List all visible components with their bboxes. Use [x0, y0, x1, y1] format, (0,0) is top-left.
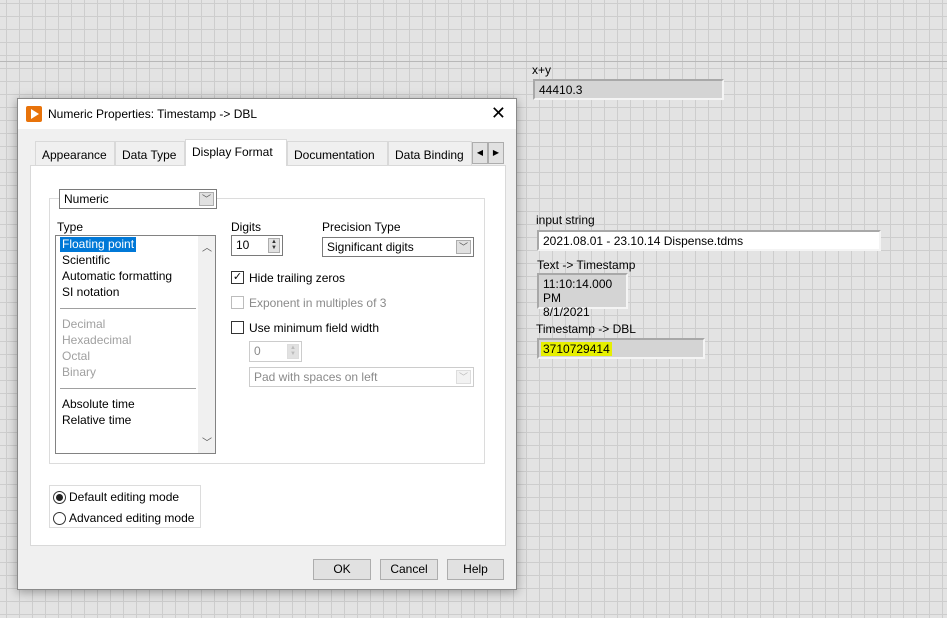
xy-label: x+y [532, 63, 552, 77]
exponent-multiples-label: Exponent in multiples of 3 [249, 296, 387, 310]
chevron-down-icon: ﹀ [456, 370, 471, 384]
chevron-up-icon[interactable]: ︿ [202, 239, 212, 254]
dialog-title-bar: Numeric Properties: Timestamp -> DBL ✕ [18, 99, 516, 129]
list-item[interactable]: SI notation [62, 285, 119, 300]
timestamp-time: 11:10:14.000 PM [543, 277, 613, 305]
tab-documentation[interactable]: Documentation [287, 141, 388, 165]
precision-type-label: Precision Type [322, 220, 401, 234]
input-string-control[interactable]: 2021.08.01 - 23.10.14 Dispense.tdms [537, 230, 881, 251]
dialog-title: Numeric Properties: Timestamp -> DBL [48, 107, 258, 121]
tab-data-type[interactable]: Data Type [115, 141, 185, 165]
numeric-properties-dialog: Numeric Properties: Timestamp -> DBL ✕ A… [17, 98, 517, 590]
labview-icon [26, 106, 42, 122]
exponent-multiples-checkbox [231, 296, 244, 309]
default-mode-radio[interactable] [53, 491, 66, 504]
category-value: Numeric [64, 192, 109, 206]
chevron-down-icon: ﹀ [199, 192, 214, 206]
help-button[interactable]: Help [447, 559, 504, 580]
hide-trailing-zeros-checkbox[interactable]: ✓ [231, 271, 244, 284]
default-mode-label: Default editing mode [69, 490, 180, 504]
chevron-down-icon: ﹀ [456, 240, 471, 254]
list-item: Octal [62, 349, 91, 363]
min-width-value: 0 [254, 344, 261, 358]
precision-value: Significant digits [327, 240, 414, 254]
type-listbox[interactable]: Floating point Scientific Automatic form… [55, 235, 216, 454]
advanced-mode-label: Advanced editing mode [69, 511, 195, 525]
timestamp-dbl-indicator: 3710729414 [537, 338, 705, 359]
tab-scroll-left-icon[interactable]: ◀ [472, 142, 488, 164]
timestamp-date: 8/1/2021 [543, 305, 590, 319]
padding-dropdown: Pad with spaces on left ﹀ [249, 367, 474, 387]
hide-trailing-zeros-label: Hide trailing zeros [249, 271, 346, 285]
tab-scroll-right-icon[interactable]: ▶ [488, 142, 504, 164]
list-item[interactable]: Relative time [62, 413, 131, 428]
xy-indicator: 44410.3 [533, 79, 724, 100]
list-item[interactable]: Absolute time [62, 397, 135, 412]
digits-label: Digits [231, 220, 262, 234]
type-label: Type [57, 220, 84, 234]
tab-display-format[interactable]: Display Format [185, 139, 287, 166]
panel-divider [0, 61, 947, 62]
list-item: Decimal [62, 317, 106, 331]
list-divider [60, 308, 196, 309]
use-min-width-label: Use minimum field width [249, 321, 380, 335]
cancel-button[interactable]: Cancel [380, 559, 438, 580]
tab-appearance[interactable]: Appearance [35, 141, 115, 165]
digits-value: 10 [236, 238, 250, 252]
padding-value: Pad with spaces on left [254, 370, 378, 384]
timestamp-dbl-value: 3710729414 [541, 342, 612, 356]
use-min-width-checkbox[interactable] [231, 321, 244, 334]
input-string-label: input string [536, 213, 595, 227]
list-scrollbar[interactable]: ︿ ﹀ [198, 236, 215, 453]
list-item: Binary [62, 365, 97, 379]
list-item[interactable]: Floating point [60, 237, 137, 252]
text-timestamp-indicator: 11:10:14.000 PM 8/1/2021 [537, 273, 628, 319]
spinner-arrows-icon[interactable]: ▲ ▼ [268, 238, 280, 253]
category-dropdown[interactable]: Numeric ﹀ [59, 189, 217, 209]
ok-button[interactable]: OK [313, 559, 371, 580]
list-item: Hexadecimal [62, 333, 132, 347]
text-timestamp-label: Text -> Timestamp [537, 258, 636, 272]
xy-value: 44410.3 [539, 83, 583, 97]
list-item[interactable]: Scientific [62, 253, 110, 268]
tab-data-binding[interactable]: Data Binding [388, 141, 472, 165]
list-divider [60, 388, 196, 389]
spinner-arrows-icon: ▲ ▼ [287, 344, 299, 359]
digits-stepper[interactable]: 10 ▲ ▼ [231, 235, 283, 256]
list-item[interactable]: Automatic formatting [62, 269, 172, 284]
min-width-stepper: 0 ▲ ▼ [249, 341, 302, 362]
timestamp-dbl-label: Timestamp -> DBL [536, 322, 636, 336]
chevron-down-icon[interactable]: ﹀ [202, 434, 212, 449]
precision-type-dropdown[interactable]: Significant digits ﹀ [322, 237, 474, 257]
input-string-value: 2021.08.01 - 23.10.14 Dispense.tdms [543, 234, 744, 248]
editing-mode-group: Default editing mode Advanced editing mo… [49, 485, 201, 528]
close-icon[interactable]: ✕ [491, 104, 506, 122]
advanced-mode-radio[interactable] [53, 512, 66, 525]
